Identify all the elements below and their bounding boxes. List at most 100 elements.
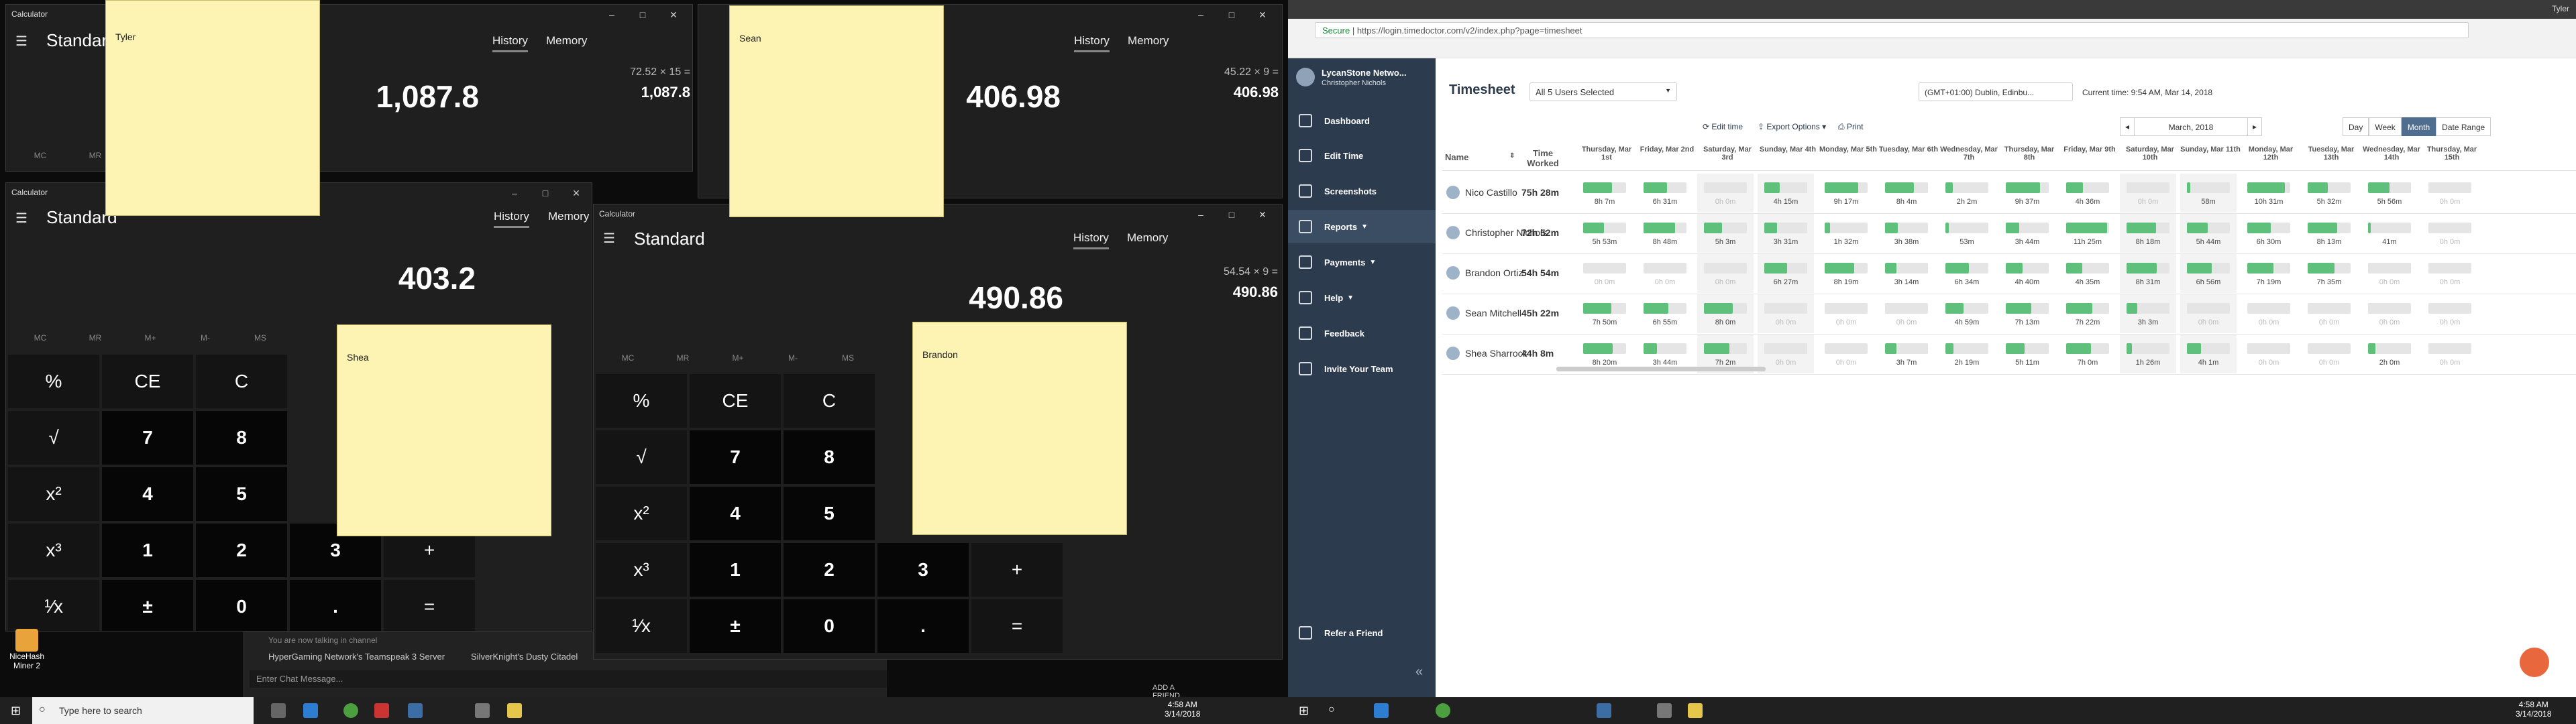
digit-5-button[interactable]: 5 <box>783 486 875 541</box>
day-cell[interactable]: 4h 1m <box>2180 335 2237 373</box>
day-cell[interactable]: 3h 38m <box>1878 214 1935 253</box>
percent-button[interactable]: % <box>595 373 688 428</box>
column-time-worked[interactable]: Time Worked <box>1517 148 1568 168</box>
day-cell[interactable]: 2h 19m <box>1939 335 1995 373</box>
day-cell[interactable]: 7h 0m <box>2059 335 2116 373</box>
column-name[interactable]: Name <box>1445 152 1468 162</box>
day-cell[interactable]: 0h 0m <box>2180 294 2237 333</box>
address-bar[interactable]: Secure | https://login.timedoctor.com/v2… <box>1315 22 2469 38</box>
day-cell[interactable]: 0h 0m <box>1697 254 1754 293</box>
digit-0-button[interactable]: 0 <box>195 579 288 631</box>
day-cell[interactable]: 0h 0m <box>1697 174 1754 213</box>
taskbar-search-input[interactable]: Type here to search <box>32 697 254 724</box>
chrome-icon[interactable] <box>1436 703 1450 718</box>
cube-button[interactable]: x³ <box>595 542 688 597</box>
square-button[interactable]: x² <box>595 486 688 541</box>
memory-subtract-button[interactable]: M- <box>765 353 820 363</box>
day-cell[interactable]: 2h 2m <box>1939 174 1995 213</box>
close-button[interactable]: ✕ <box>658 6 689 23</box>
day-cell[interactable]: 7h 35m <box>2301 254 2357 293</box>
digit-5-button[interactable]: 5 <box>195 467 288 522</box>
memory-clear-button[interactable]: MC <box>13 333 68 343</box>
day-cell[interactable]: 41m <box>2361 214 2418 253</box>
memory-store-button[interactable]: MS <box>233 333 288 343</box>
sticky-note-sean[interactable]: Sean <box>729 5 944 217</box>
sidebar-item-payments[interactable]: Payments ▼ <box>1288 245 1436 279</box>
day-cell[interactable]: 4h 36m <box>2059 174 2116 213</box>
tab-memory[interactable]: Memory <box>546 34 587 48</box>
day-cell[interactable]: 3h 7m <box>1878 335 1935 373</box>
day-cell[interactable]: 4h 59m <box>1939 294 1995 333</box>
day-cell[interactable]: 4h 35m <box>2059 254 2116 293</box>
minimize-button[interactable]: – <box>499 184 530 202</box>
day-cell[interactable]: 0h 0m <box>2241 335 2297 373</box>
search-icon[interactable]: ○ <box>1328 704 1335 716</box>
company-name[interactable]: LycanStone Netwo... <box>1322 68 1407 78</box>
digit-1-button[interactable]: 1 <box>689 542 782 597</box>
day-cell[interactable]: 0h 0m <box>1637 254 1693 293</box>
clear-entry-button[interactable]: CE <box>101 354 194 409</box>
day-cell[interactable]: 1h 26m <box>2120 335 2176 373</box>
minimize-button[interactable]: – <box>1185 6 1216 23</box>
digit-7-button[interactable]: 7 <box>101 410 194 465</box>
memory-subtract-button[interactable]: M- <box>178 333 233 343</box>
user-name[interactable]: Sean Mitchell <box>1465 308 1521 318</box>
day-cell[interactable]: 0h 0m <box>2241 294 2297 333</box>
day-cell[interactable]: 1h 32m <box>1818 214 1874 253</box>
app-icon[interactable] <box>374 703 389 718</box>
history-result[interactable]: 490.86 <box>1157 284 1278 301</box>
day-cell[interactable]: 11h 25m <box>2059 214 2116 253</box>
history-result[interactable]: 1,087.8 <box>563 84 690 101</box>
day-cell[interactable]: 58m <box>2180 174 2237 213</box>
day-cell[interactable]: 3h 31m <box>1758 214 1814 253</box>
minimize-button[interactable]: – <box>1185 206 1216 223</box>
memory-recall-button[interactable]: MR <box>655 353 710 363</box>
day-cell[interactable]: 9h 17m <box>1818 174 1874 213</box>
day-cell[interactable]: 5h 11m <box>1999 335 2055 373</box>
day-cell[interactable]: 10h 31m <box>2241 174 2297 213</box>
cube-button[interactable]: x³ <box>7 523 100 578</box>
sqrt-button[interactable]: √ <box>595 430 688 485</box>
sidebar-item-dashboard[interactable]: Dashboard <box>1288 104 1436 137</box>
history-expression[interactable]: 72.52 × 15 = <box>563 66 690 78</box>
day-cell[interactable]: 5h 32m <box>2301 174 2357 213</box>
memory-recall-button[interactable]: MR <box>68 333 123 343</box>
memory-clear-button[interactable]: MC <box>13 151 68 160</box>
day-cell[interactable]: 7h 50m <box>1576 294 1633 333</box>
maximize-button[interactable]: □ <box>1216 206 1247 223</box>
day-cell[interactable]: 8h 19m <box>1818 254 1874 293</box>
app-icon[interactable] <box>1597 703 1611 718</box>
day-cell[interactable]: 0h 0m <box>2301 335 2357 373</box>
period-label[interactable]: March, 2018 <box>2134 118 2248 135</box>
memory-store-button[interactable]: MS <box>820 353 875 363</box>
day-cell[interactable]: 0h 0m <box>1576 254 1633 293</box>
day-cell[interactable]: 0h 0m <box>1818 335 1874 373</box>
hamburger-menu-icon[interactable]: ☰ <box>603 230 615 247</box>
day-cell[interactable]: 0h 0m <box>1758 294 1814 333</box>
maximize-button[interactable]: □ <box>530 184 561 202</box>
reciprocal-button[interactable]: ¹⁄x <box>7 579 100 631</box>
day-cell[interactable]: 0h 0m <box>2422 214 2478 253</box>
decimal-button[interactable]: . <box>289 579 382 631</box>
day-cell[interactable]: 0h 0m <box>2422 294 2478 333</box>
digit-8-button[interactable]: 8 <box>195 410 288 465</box>
user-name[interactable]: Nico Castillo <box>1465 187 1517 198</box>
file-explorer-icon[interactable] <box>1374 703 1389 718</box>
calculator-icon[interactable] <box>1657 703 1672 718</box>
chat-channel-tab[interactable]: SilverKnight's Dusty Citadel <box>471 652 578 662</box>
users-select[interactable]: All 5 Users Selected ▼ <box>1529 82 1677 101</box>
day-cell[interactable]: 6h 55m <box>1637 294 1693 333</box>
tab-memory[interactable]: Memory <box>1128 34 1169 48</box>
digit-8-button[interactable]: 8 <box>783 430 875 485</box>
sidebar-item-invite[interactable]: Invite Your Team <box>1288 352 1436 385</box>
clear-entry-button[interactable]: CE <box>689 373 782 428</box>
day-cell[interactable]: 7h 13m <box>1999 294 2055 333</box>
close-button[interactable]: ✕ <box>561 184 592 202</box>
day-cell[interactable]: 0h 0m <box>2120 174 2176 213</box>
digit-7-button[interactable]: 7 <box>689 430 782 485</box>
day-cell[interactable]: 6h 27m <box>1758 254 1814 293</box>
tab-history[interactable]: History <box>492 34 528 52</box>
maximize-button[interactable]: □ <box>1216 6 1247 23</box>
day-cell[interactable]: 6h 56m <box>2180 254 2237 293</box>
day-cell[interactable]: 6h 31m <box>1637 174 1693 213</box>
